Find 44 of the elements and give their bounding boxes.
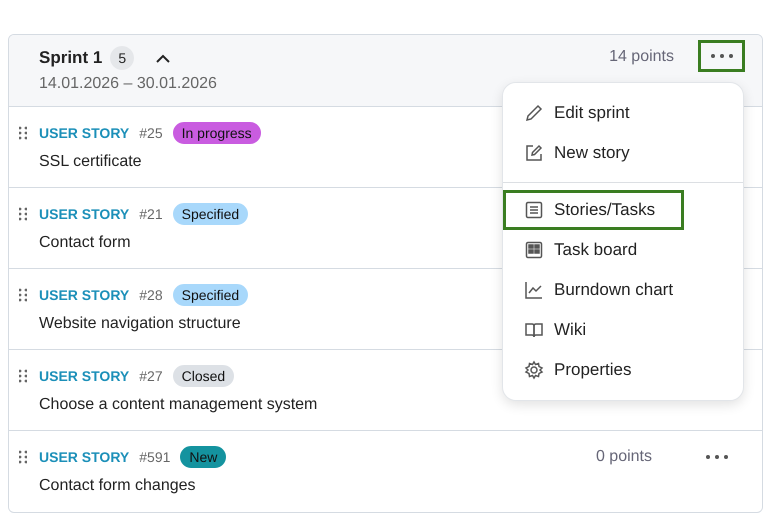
drag-handle-icon[interactable] [19,369,27,383]
pencil-icon [524,103,544,123]
story-number: #25 [139,125,163,141]
drag-handle-icon[interactable] [19,126,27,140]
menu-item[interactable]: Edit sprint [503,93,684,133]
menu-item[interactable]: Task board [503,230,684,270]
story-title[interactable]: Contact form changes [39,477,738,495]
story-title[interactable]: Choose a content management system [39,396,738,414]
story-type: USER STORY [39,449,130,465]
more-icon [706,455,728,459]
story-number: #591 [139,449,170,465]
list-icon [524,200,544,220]
story-type: USER STORY [39,206,130,222]
status-badge: New [180,446,226,468]
edit-icon [524,143,544,163]
settings-icon [524,360,544,380]
drag-handle-icon[interactable] [19,450,27,464]
story-type: USER STORY [39,125,130,141]
more-button[interactable] [698,40,745,72]
story-count: 5 [110,46,134,70]
line-chart-icon [524,280,544,300]
sprint-title: Sprint 1 [39,48,102,68]
story-number: #21 [139,206,163,222]
menu-item[interactable]: Burndown chart [503,270,684,310]
menu-item[interactable]: New story [503,133,684,173]
menu-item[interactable]: Wiki [503,310,684,350]
sprint-dates: 14.01.2026 – 30.01.2026 [39,75,218,93]
status-badge: Specified [172,284,248,306]
drag-handle-icon[interactable] [19,207,27,221]
story-number: #27 [139,368,163,384]
sprint-points: 14 points [609,48,674,66]
drag-handle-icon[interactable] [19,288,27,302]
status-badge: In progress [172,122,261,144]
status-badge: Specified [172,203,248,225]
story-number: #28 [139,287,163,303]
menu-item[interactable]: Properties [503,350,684,390]
chevron-up-icon [156,54,170,62]
menu-item[interactable]: Stories/Tasks [503,190,684,230]
more-icon [710,54,732,58]
story-type: USER STORY [39,287,130,303]
grid-icon [524,240,544,260]
story-type: USER STORY [39,368,130,384]
status-badge: Closed [172,365,234,387]
story-points: 0 points [596,448,652,466]
